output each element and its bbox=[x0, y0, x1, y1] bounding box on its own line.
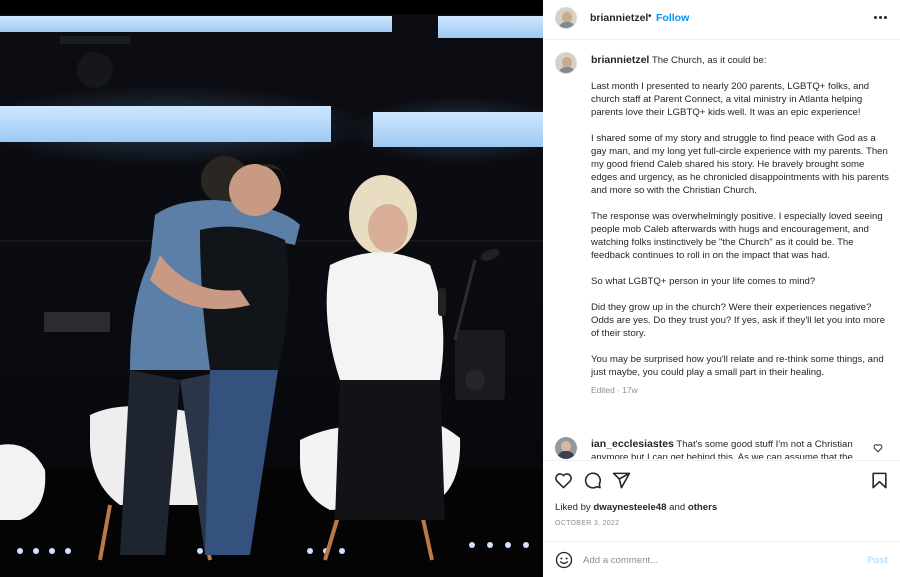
post-comment-button[interactable]: Post bbox=[867, 555, 888, 566]
caption-paragraph: The response was overwhelmingly positive… bbox=[591, 211, 883, 261]
share-icon[interactable] bbox=[612, 471, 631, 490]
post-actions: Liked by dwaynesteele48 and others OCTOB… bbox=[543, 460, 900, 538]
caption-avatar[interactable] bbox=[555, 52, 577, 74]
post-date[interactable]: OCTOBER 3, 2022 bbox=[555, 520, 619, 527]
likes-joiner: and bbox=[669, 502, 686, 513]
caption-paragraph: Last month I presented to nearly 200 par… bbox=[591, 81, 870, 118]
separator-dot: • bbox=[648, 11, 652, 22]
caption-paragraph: So what LGBTQ+ person in your life comes… bbox=[591, 276, 816, 287]
comment-item: ian_ecclesiastes That's some good stuff … bbox=[555, 437, 891, 459]
follow-button[interactable]: Follow bbox=[656, 12, 689, 24]
more-options-icon[interactable] bbox=[874, 10, 888, 24]
post-header: briannietzel • Follow bbox=[543, 0, 900, 40]
author-avatar[interactable] bbox=[555, 7, 577, 29]
heart-icon[interactable] bbox=[554, 471, 573, 490]
add-comment-bar: Post bbox=[543, 541, 900, 577]
comment-like-icon[interactable] bbox=[873, 443, 883, 453]
add-comment-input[interactable] bbox=[583, 550, 853, 570]
likes-others-link[interactable]: others bbox=[688, 502, 717, 513]
commenter-username[interactable]: ian_ecclesiastes bbox=[591, 438, 674, 450]
commenter-avatar[interactable] bbox=[555, 437, 577, 459]
likes-prefix: Liked by bbox=[555, 502, 591, 513]
caption-paragraph: I shared some of my story and struggle t… bbox=[591, 133, 889, 196]
caption-username[interactable]: briannietzel bbox=[591, 54, 649, 66]
edited-timestamp[interactable]: Edited · 17w bbox=[591, 384, 889, 397]
save-icon[interactable] bbox=[870, 471, 889, 490]
comment-icon[interactable] bbox=[583, 471, 602, 490]
caption-lead: The Church, as it could be: bbox=[651, 55, 767, 66]
post-photo[interactable] bbox=[0, 0, 543, 577]
liked-by-user[interactable]: dwaynesteele48 bbox=[593, 502, 666, 513]
post-detail-panel: briannietzel • Follow briannietzel The C… bbox=[543, 0, 900, 577]
comment-text: ian_ecclesiastes That's some good stuff … bbox=[591, 438, 863, 459]
caption-paragraph: You may be surprised how you'll relate a… bbox=[591, 354, 884, 378]
caption-text: briannietzel The Church, as it could be:… bbox=[591, 54, 889, 397]
caption-paragraph: Did they grow up in the church? Were the… bbox=[591, 302, 886, 339]
likes-summary: Liked by dwaynesteele48 and others bbox=[555, 502, 717, 513]
stage-photo-illustration bbox=[0, 0, 543, 577]
emoji-icon[interactable] bbox=[555, 551, 573, 569]
author-username[interactable]: briannietzel bbox=[590, 12, 648, 24]
